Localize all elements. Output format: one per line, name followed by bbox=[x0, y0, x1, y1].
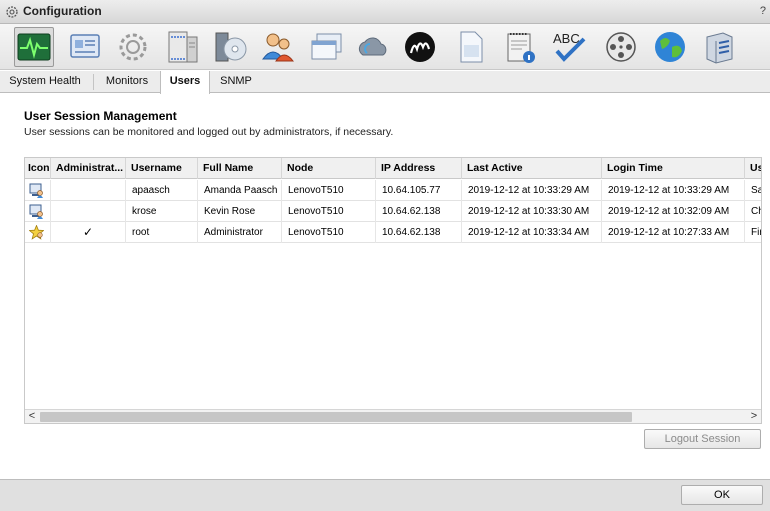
row-admin-checkmark: ✓ bbox=[51, 222, 126, 243]
window-title: Configuration bbox=[23, 4, 102, 18]
column-header-node[interactable]: Node bbox=[282, 158, 376, 179]
svg-text:ABC: ABC bbox=[553, 31, 580, 46]
document-icon bbox=[460, 31, 483, 63]
column-header-administrator[interactable]: Administrat... bbox=[51, 158, 126, 179]
row-us: Sa bbox=[745, 180, 761, 201]
cloud-button[interactable] bbox=[353, 27, 393, 67]
users-icon bbox=[262, 33, 295, 62]
row-admin-cell bbox=[51, 201, 126, 222]
row-username: root bbox=[126, 222, 198, 243]
table-row[interactable]: ✓ root Administrator LenovoT510 10.64.62… bbox=[25, 222, 761, 243]
table-row[interactable]: krose Kevin Rose LenovoT510 10.64.62.138… bbox=[25, 201, 761, 222]
server-button[interactable] bbox=[163, 27, 203, 67]
row-full-name: Amanda Paasch bbox=[198, 180, 282, 201]
row-login-time: 2019-12-12 at 10:32:09 AM bbox=[602, 201, 745, 222]
row-full-name: Administrator bbox=[198, 222, 282, 243]
tab-monitors[interactable]: Monitors bbox=[99, 71, 155, 93]
column-header-us[interactable]: Us bbox=[745, 158, 761, 179]
row-last-active: 2019-12-12 at 10:33:34 AM bbox=[462, 222, 602, 243]
table-header: Icon Administrat... Username Full Name N… bbox=[25, 158, 761, 179]
tab-system-health[interactable]: System Health bbox=[4, 71, 86, 93]
sessions-table: Icon Administrat... Username Full Name N… bbox=[24, 157, 762, 424]
horizontal-scrollbar[interactable]: < > bbox=[25, 409, 761, 423]
title-bar: Configuration ? bbox=[0, 0, 770, 24]
tab-divider bbox=[93, 74, 94, 90]
column-header-icon[interactable]: Icon bbox=[25, 158, 51, 179]
section-title: User Session Management bbox=[24, 109, 177, 123]
user-session-icon bbox=[29, 183, 43, 198]
windows-button[interactable] bbox=[306, 27, 346, 67]
row-last-active: 2019-12-12 at 10:33:30 AM bbox=[462, 201, 602, 222]
dialog-footer: OK bbox=[0, 479, 770, 511]
users-button[interactable] bbox=[258, 27, 298, 67]
column-header-last-active[interactable]: Last Active bbox=[462, 158, 602, 179]
disc-button[interactable] bbox=[211, 27, 251, 67]
user-session-icon bbox=[29, 204, 43, 219]
tab-users[interactable]: Users bbox=[160, 71, 210, 94]
spellcheck-icon: ABC bbox=[553, 31, 586, 62]
column-header-full-name[interactable]: Full Name bbox=[198, 158, 282, 179]
m-logo-icon bbox=[405, 32, 435, 62]
windows-icon bbox=[311, 33, 342, 60]
users-panel: User Session Management User sessions ca… bbox=[0, 94, 770, 479]
toolbar: ABC bbox=[0, 24, 770, 70]
settings-gear-icon bbox=[119, 33, 147, 61]
row-login-time: 2019-12-12 at 10:27:33 AM bbox=[602, 222, 745, 243]
storage-button[interactable] bbox=[699, 27, 739, 67]
row-full-name: Kevin Rose bbox=[198, 201, 282, 222]
logout-session-button[interactable]: Logout Session bbox=[644, 429, 761, 449]
document-button[interactable] bbox=[451, 27, 491, 67]
row-node: LenovoT510 bbox=[282, 222, 376, 243]
disc-drive-icon bbox=[215, 32, 247, 62]
system-health-icon bbox=[17, 33, 51, 61]
monitors-icon bbox=[70, 34, 100, 58]
table-row[interactable]: apaasch Amanda Paasch LenovoT510 10.64.1… bbox=[25, 180, 761, 201]
tab-snmp[interactable]: SNMP bbox=[214, 71, 258, 93]
m-app-button[interactable] bbox=[400, 27, 440, 67]
monitors-button[interactable] bbox=[65, 27, 105, 67]
row-admin-cell bbox=[51, 180, 126, 201]
row-ip-address: 10.64.62.138 bbox=[376, 201, 462, 222]
column-header-login-time[interactable]: Login Time bbox=[602, 158, 745, 179]
row-ip-address: 10.64.105.77 bbox=[376, 180, 462, 201]
column-header-username[interactable]: Username bbox=[126, 158, 198, 179]
row-node: LenovoT510 bbox=[282, 180, 376, 201]
row-ip-address: 10.64.62.138 bbox=[376, 222, 462, 243]
server-rack-icon bbox=[168, 31, 198, 63]
section-description: User sessions can be monitored and logge… bbox=[24, 126, 394, 138]
settings-button[interactable] bbox=[113, 27, 153, 67]
row-last-active: 2019-12-12 at 10:33:29 AM bbox=[462, 180, 602, 201]
row-us: Fir bbox=[745, 222, 761, 243]
help-button[interactable]: ? bbox=[760, 5, 766, 17]
globe-button[interactable] bbox=[650, 27, 690, 67]
storage-icon bbox=[706, 32, 733, 64]
film-button[interactable] bbox=[601, 27, 641, 67]
ok-button[interactable]: OK bbox=[681, 485, 763, 505]
admin-star-icon bbox=[29, 225, 44, 240]
row-icon-cell bbox=[25, 201, 51, 222]
globe-icon bbox=[655, 32, 685, 62]
row-icon-cell bbox=[25, 222, 51, 243]
scrollbar-thumb[interactable] bbox=[40, 412, 632, 422]
scroll-left-button[interactable]: < bbox=[25, 410, 39, 423]
cloud-icon bbox=[358, 37, 387, 56]
system-health-button[interactable] bbox=[14, 27, 54, 67]
notepad-info-icon bbox=[507, 33, 535, 63]
row-login-time: 2019-12-12 at 10:33:29 AM bbox=[602, 180, 745, 201]
spellcheck-button[interactable]: ABC bbox=[549, 27, 589, 67]
row-username: krose bbox=[126, 201, 198, 222]
tab-bar: System Health Monitors Users SNMP bbox=[0, 71, 770, 94]
column-header-ip-address[interactable]: IP Address bbox=[376, 158, 462, 179]
scroll-right-button[interactable]: > bbox=[747, 410, 761, 423]
row-node: LenovoT510 bbox=[282, 201, 376, 222]
film-reel-icon bbox=[606, 32, 636, 62]
gear-icon bbox=[6, 6, 18, 18]
row-username: apaasch bbox=[126, 180, 198, 201]
notepad-button[interactable] bbox=[500, 27, 540, 67]
row-us: Ch bbox=[745, 201, 761, 222]
row-icon-cell bbox=[25, 180, 51, 201]
